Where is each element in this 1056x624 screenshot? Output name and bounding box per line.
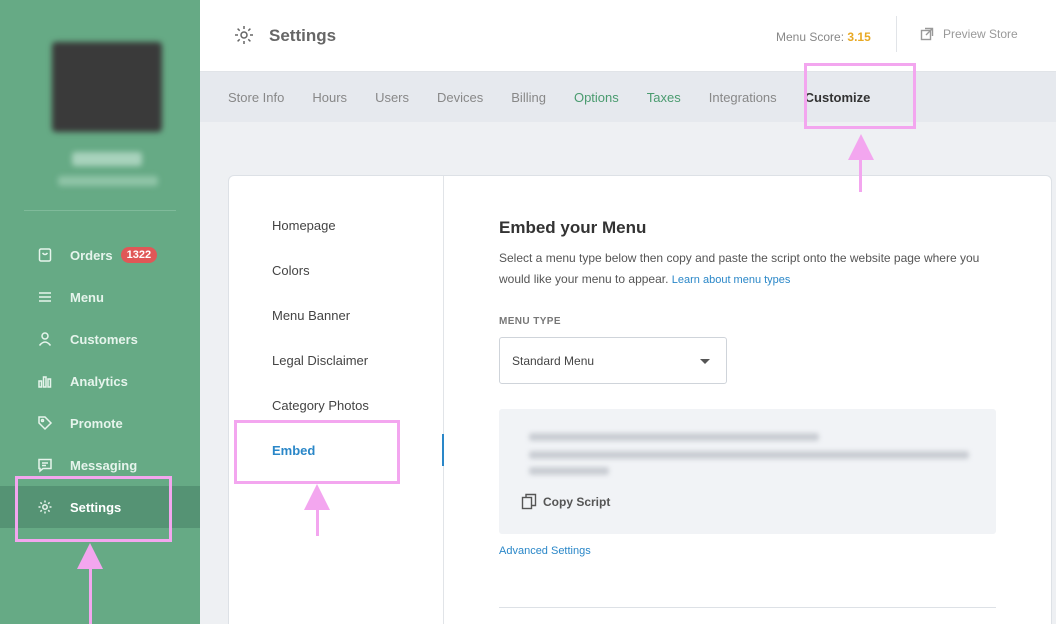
page-header: Settings Menu Score: 3.15 Preview Store (200, 0, 1056, 72)
tab-users[interactable]: Users (375, 90, 409, 105)
tab-taxes[interactable]: Taxes (647, 90, 681, 105)
subnav-item-legal-disclaimer[interactable]: Legal Disclaimer (272, 353, 368, 368)
tab-store-info[interactable]: Store Info (228, 90, 284, 105)
menu-type-value: Standard Menu (512, 354, 595, 368)
tab-devices[interactable]: Devices (437, 90, 483, 105)
menu-type-label: MENU TYPE (499, 316, 561, 327)
annotation-highlight-settings (15, 476, 172, 542)
menu-score-label: Menu Score: (776, 30, 845, 44)
subnav-item-homepage[interactable]: Homepage (272, 218, 336, 233)
store-name-blurred (72, 152, 142, 166)
chat-icon (36, 456, 54, 474)
gear-icon (233, 24, 255, 46)
header-divider (896, 16, 897, 52)
annotation-highlight-customize (804, 63, 916, 129)
subnav-item-category-photos[interactable]: Category Photos (272, 398, 369, 413)
advanced-settings-link[interactable]: Advanced Settings (499, 545, 591, 557)
menu-score: Menu Score: 3.15 (776, 30, 871, 44)
sidebar-divider (24, 210, 176, 211)
copy-script-label: Copy Script (543, 494, 611, 509)
script-blurred-line (529, 451, 969, 459)
tag-icon (36, 414, 54, 432)
tab-integrations[interactable]: Integrations (709, 90, 777, 105)
section-description: Select a menu type below then copy and p… (499, 248, 999, 291)
copy-icon (521, 493, 537, 510)
menu-score-value: 3.15 (847, 30, 871, 44)
preview-store-label: Preview Store (943, 27, 1018, 41)
section-title: Embed your Menu (499, 218, 647, 237)
person-icon (36, 330, 54, 348)
sidebar-item-customers[interactable]: Customers (0, 318, 200, 360)
script-blurred-line (529, 433, 819, 441)
tab-hours[interactable]: Hours (312, 90, 347, 105)
embed-script-box: Copy Script (499, 409, 996, 534)
sidebar-item-label: Customers (70, 331, 138, 347)
annotation-highlight-embed (234, 420, 400, 484)
annotation-arrow-shaft (859, 158, 862, 192)
sidebar-item-label: Menu (70, 289, 104, 305)
sidebar-item-label: Analytics (70, 373, 128, 389)
preview-store-link[interactable]: Preview Store (920, 27, 1018, 41)
subnav-active-indicator (442, 434, 444, 466)
sidebar-item-menu[interactable]: Menu (0, 276, 200, 318)
tab-options[interactable]: Options (574, 90, 619, 105)
external-link-icon (920, 27, 934, 41)
learn-menu-types-link[interactable]: Learn about menu types (672, 274, 791, 286)
store-logo (52, 42, 162, 132)
settings-tabs: Store Info Hours Users Devices Billing O… (200, 72, 1056, 122)
bar-chart-icon (36, 372, 54, 390)
subnav-item-menu-banner[interactable]: Menu Banner (272, 308, 350, 323)
store-subtitle-blurred (58, 176, 158, 186)
sidebar-item-label: Messaging (70, 457, 138, 473)
orders-count-badge: 1322 (120, 247, 158, 263)
hamburger-icon (36, 288, 54, 306)
annotation-arrow-shaft (89, 567, 92, 624)
menu-type-select[interactable]: Standard Menu (499, 337, 727, 384)
annotation-arrow-shaft (316, 508, 319, 536)
subnav-item-colors[interactable]: Colors (272, 263, 310, 278)
annotation-arrow-head (77, 543, 103, 569)
content-divider (499, 607, 996, 608)
sidebar-item-label: Promote (70, 415, 123, 431)
customize-subnav: Homepage Colors Menu Banner Legal Discla… (229, 176, 444, 624)
shopping-bag-icon (36, 246, 54, 264)
copy-script-button[interactable]: Copy Script (521, 493, 610, 510)
customize-card: Homepage Colors Menu Banner Legal Discla… (228, 175, 1052, 624)
chevron-down-icon (700, 359, 710, 364)
annotation-arrow-head (304, 484, 330, 510)
sidebar-item-orders[interactable]: Orders 1322 (0, 234, 200, 276)
annotation-arrow-head (848, 134, 874, 160)
tab-billing[interactable]: Billing (511, 90, 546, 105)
page-title: Settings (269, 26, 337, 45)
sidebar-item-promote[interactable]: Promote (0, 402, 200, 444)
script-blurred-line (529, 467, 609, 475)
sidebar-item-analytics[interactable]: Analytics (0, 360, 200, 402)
sidebar-item-label: Orders (70, 247, 113, 263)
